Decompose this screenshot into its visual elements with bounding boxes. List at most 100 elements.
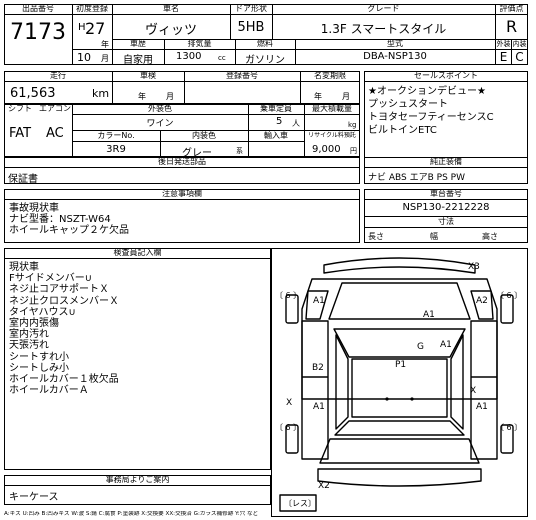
interior-color-unit: 系 — [236, 147, 243, 155]
displacement-label: 排気量 — [187, 39, 212, 48]
inspection-item: Fサイドメンバー∪ — [9, 273, 93, 285]
damage-a1-hood: A1 — [423, 310, 435, 320]
length-label: 長さ — [368, 232, 384, 241]
registration-month: 10 — [77, 51, 91, 64]
exterior-label: 外装 — [496, 40, 511, 48]
plate-label: 登録番号 — [226, 71, 258, 80]
capacity-label: 乗車定員 — [260, 104, 292, 113]
inspection-item: 室内汚れ — [9, 329, 49, 341]
damage-x2-rear-bumper: X2 — [318, 481, 330, 491]
inspection-item: 現状車 — [9, 262, 39, 273]
tire-bracket-rear-left: 〔 6 〕 — [275, 423, 302, 432]
name-change-year-unit: 年 — [314, 92, 322, 101]
damage-legend: A:キズ U:凹み B:凹みキズ W:波 S:錆 C:腐食 P:塗装跡 X:交換… — [4, 511, 259, 517]
inspection-item: シートすれ小 — [9, 351, 69, 363]
damage-x-rear-left: X — [286, 398, 293, 408]
displacement-unit: cc — [218, 54, 226, 62]
sales-point: ★オークションデビュー★ — [368, 86, 486, 97]
damage-b2-left-side: B2 — [312, 363, 324, 373]
inspection-item: ホイールカバーＡ — [9, 385, 89, 397]
inspection-label: 車検 — [140, 71, 156, 80]
note-item: 事故現状車 — [9, 203, 59, 214]
shift-type: FAT — [9, 126, 32, 141]
sales-points-list: ★オークションデビュー★ プッシュスタート トヨタセーフティーセンスC ビルトイ… — [368, 85, 494, 137]
chassis-label: 車台番号 — [430, 189, 462, 198]
notes-label: 注意事項欄 — [162, 189, 202, 198]
damage-a1-rear-left: A1 — [313, 402, 325, 412]
damage-a1-front-left: A1 — [313, 296, 325, 306]
inspection-month-unit: 月 — [166, 92, 174, 101]
fuel-label: 燃料 — [257, 39, 273, 48]
ac-type: AC — [46, 126, 64, 141]
color-number-label: カラーNo. — [97, 131, 135, 140]
recycle-unit: 円 — [350, 147, 357, 155]
mileage-unit: km — [92, 87, 110, 100]
capacity-unit: 人 — [292, 119, 300, 128]
rear-window — [334, 420, 465, 436]
inspection-list: 現状車 Fサイドメンバー∪ ネジ止コアサポートＸ ネジ止クロスメンバーＸ タイヤ… — [9, 262, 119, 396]
office-notice-label: 事務局よりご案内 — [105, 475, 170, 484]
capacity: 5 — [276, 116, 283, 127]
registration-year: 27 — [85, 19, 106, 38]
front-body — [301, 278, 498, 400]
damage-a2-front-right: A2 — [476, 296, 488, 306]
use-type: 自家用 — [123, 55, 153, 66]
damage-x3: X3 — [468, 262, 480, 272]
inspection-item: ネジ止クロスメンバーＸ — [9, 295, 119, 307]
fuel-type: ガソリン — [245, 55, 285, 66]
inspection-item: 天張汚れ — [9, 340, 49, 352]
documents-label: 後日発送部品 — [158, 157, 206, 166]
car-name-label: 車名 — [163, 4, 179, 13]
damage-p1-roof: P1 — [395, 360, 407, 370]
model-label: 型式 — [387, 39, 403, 48]
doors-label: ドア形状 — [235, 4, 267, 13]
name-change-month-unit: 月 — [342, 92, 350, 101]
sales-point: トヨタセーフティーセンスC — [368, 112, 494, 123]
exterior-color: ワイン — [146, 119, 174, 129]
sales-point: プッシュスタート — [368, 99, 448, 110]
inspection-item: ホイールカバー１枚欠品 — [9, 374, 119, 386]
left-body-side — [301, 320, 329, 460]
rear-bumper — [317, 468, 482, 487]
displacement: 1300 — [176, 51, 202, 62]
note-item: ホイールキャップ２ケ欠品 — [9, 225, 129, 237]
grade-label: グレード — [367, 4, 400, 13]
right-side-window — [450, 334, 464, 430]
recycle-label: リサイクル料預託 — [308, 132, 356, 139]
sales-point: ビルトインETC — [368, 125, 437, 136]
inspection-item: 室内内張傷 — [9, 318, 59, 330]
height-label: 高さ — [482, 232, 498, 241]
interior-grade: C — [515, 50, 524, 64]
sales-points-label: セールスポイント — [414, 71, 478, 80]
max-load-unit: kg — [348, 121, 357, 129]
notes-list: 事故現状車 ナビ型番：NSZT-W64 ホイールキャップ２ケ欠品 — [9, 203, 129, 237]
equipment-value: ナビ ABS エアB PS PW — [368, 173, 465, 183]
car-diagram — [279, 257, 514, 512]
recycle-fee: 9,000 — [312, 144, 341, 155]
max-load-label: 最大積載量 — [312, 104, 352, 113]
damage-x-rear-right: X — [470, 386, 477, 396]
car-name: ヴィッツ — [144, 23, 197, 38]
rating-label: 評価点 — [499, 4, 524, 13]
front-bumper — [323, 257, 476, 274]
width-label: 幅 — [430, 232, 438, 241]
ac-label: エアコン — [39, 104, 71, 113]
tire-bracket-rear-right: 〔 6 〕 — [496, 423, 523, 432]
color-number: 3R9 — [106, 144, 126, 155]
shift-label: シフト — [8, 104, 32, 113]
dimensions-label: 寸法 — [438, 217, 454, 226]
first-registration-label: 初度登録 — [76, 4, 108, 13]
interior-label: 内装 — [512, 40, 527, 48]
left-side-window — [335, 334, 349, 430]
office-notice-value: キーケース — [9, 492, 59, 503]
inspection-item: タイヤハウス∪ — [9, 306, 76, 318]
chassis-number: NSP130-2212228 — [402, 202, 490, 213]
interior-color-label: 内装色 — [192, 131, 216, 140]
name-change-label: 名変期限 — [314, 71, 346, 80]
mileage-label: 走行 — [50, 71, 66, 80]
note-item: ナビ型番：NSZT-W64 — [9, 214, 111, 226]
lot-label: 出品番号 — [22, 4, 54, 13]
equipment-label: 純正装備 — [430, 157, 462, 166]
exterior-color-label: 外装色 — [148, 104, 172, 113]
inspection-item: シートしみ小 — [9, 362, 69, 374]
